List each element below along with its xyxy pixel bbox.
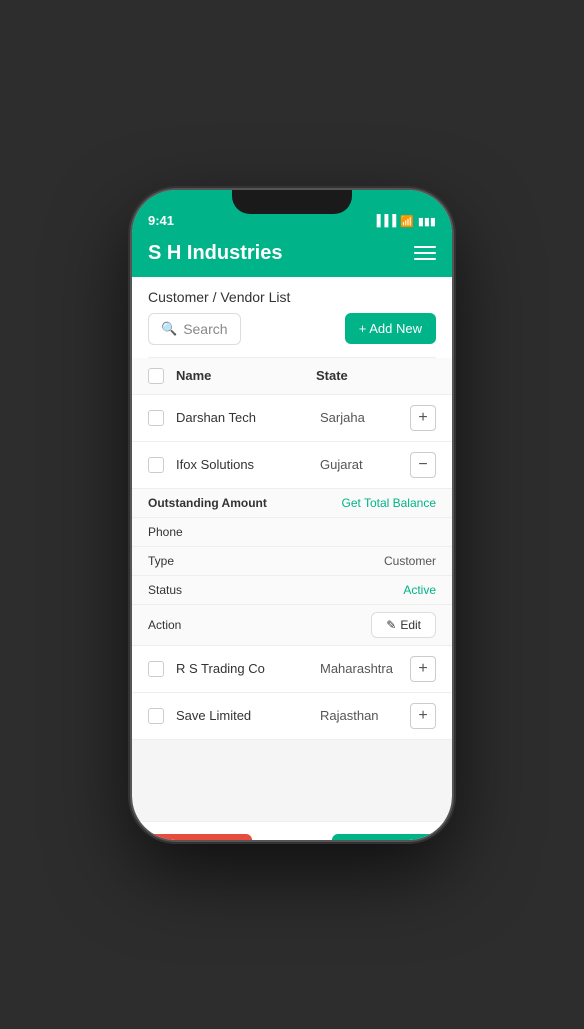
hamburger-line-2 bbox=[414, 252, 436, 254]
vendor-main-3[interactable]: R S Trading Co Maharashtra + bbox=[132, 646, 452, 692]
status-label: Status bbox=[148, 583, 182, 597]
signal-icon: ▐▐▐ bbox=[373, 215, 396, 227]
main-scroll[interactable]: Customer / Vendor List 🔍 Search + Add Ne… bbox=[132, 277, 452, 821]
vendor-state-4: Rajasthan bbox=[320, 708, 410, 723]
collapse-btn-2[interactable]: − bbox=[410, 452, 436, 478]
expand-btn-1[interactable]: + bbox=[410, 405, 436, 431]
get-total-balance-btn[interactable]: Get Total Balance bbox=[341, 496, 436, 510]
phone-frame: 9:41 ▐▐▐ 📶 ▮▮▮ S H Industries Customer /… bbox=[132, 190, 452, 840]
add-new-bottom-button[interactable]: + Add New bbox=[332, 834, 436, 840]
detail-phone: Phone bbox=[132, 518, 452, 547]
phone-label: Phone bbox=[148, 525, 183, 539]
search-add-row: 🔍 Search + Add New bbox=[132, 313, 452, 357]
vendor-main-4[interactable]: Save Limited Rajasthan + bbox=[132, 693, 452, 739]
phone-screen: 9:41 ▐▐▐ 📶 ▮▮▮ S H Industries Customer /… bbox=[132, 190, 452, 840]
vendor-row-3: R S Trading Co Maharashtra + bbox=[132, 646, 452, 693]
action-label: Action bbox=[148, 618, 181, 632]
hamburger-line-1 bbox=[414, 246, 436, 248]
detail-type: Type Customer bbox=[132, 547, 452, 576]
screen-content: Customer / Vendor List 🔍 Search + Add Ne… bbox=[132, 277, 452, 840]
edit-icon: ✎ bbox=[386, 618, 396, 632]
status-time: 9:41 bbox=[148, 213, 174, 228]
search-text: Search bbox=[183, 321, 227, 337]
row-checkbox-2[interactable] bbox=[148, 457, 164, 473]
checkbox-col-4 bbox=[148, 708, 176, 724]
vendor-name-3: R S Trading Co bbox=[176, 661, 320, 676]
add-new-button[interactable]: + Add New bbox=[345, 313, 436, 344]
detail-outstanding: Outstanding Amount Get Total Balance bbox=[132, 489, 452, 518]
select-all-checkbox[interactable] bbox=[148, 368, 164, 384]
notch bbox=[232, 190, 352, 214]
row-checkbox-3[interactable] bbox=[148, 661, 164, 677]
status-icons: ▐▐▐ 📶 ▮▮▮ bbox=[373, 215, 436, 228]
checkbox-col-1 bbox=[148, 410, 176, 426]
header-state: State bbox=[316, 368, 406, 383]
row-checkbox-1[interactable] bbox=[148, 410, 164, 426]
app-header: S H Industries bbox=[132, 234, 452, 277]
vendor-row-2: Ifox Solutions Gujarat − Outstanding Amo… bbox=[132, 442, 452, 646]
battery-icon: ▮▮▮ bbox=[418, 215, 436, 228]
delete-button[interactable]: 🗑 Delete bbox=[148, 834, 252, 840]
type-label: Type bbox=[148, 554, 174, 568]
vendor-details-2: Outstanding Amount Get Total Balance Pho… bbox=[132, 488, 452, 645]
vendor-main-1[interactable]: Darshan Tech Sarjaha + bbox=[132, 395, 452, 441]
status-value: Active bbox=[403, 583, 436, 597]
row-checkbox-4[interactable] bbox=[148, 708, 164, 724]
expand-btn-4[interactable]: + bbox=[410, 703, 436, 729]
vendor-name-4: Save Limited bbox=[176, 708, 320, 723]
vendor-state-2: Gujarat bbox=[320, 457, 410, 472]
table-header: Name State bbox=[132, 358, 452, 395]
detail-status: Status Active bbox=[132, 576, 452, 605]
edit-label: Edit bbox=[400, 618, 421, 632]
hamburger-menu-button[interactable] bbox=[414, 246, 436, 260]
vendor-main-2[interactable]: Ifox Solutions Gujarat − bbox=[132, 442, 452, 488]
vendor-name-2: Ifox Solutions bbox=[176, 457, 320, 472]
vendor-state-1: Sarjaha bbox=[320, 410, 410, 425]
vendor-row-4: Save Limited Rajasthan + bbox=[132, 693, 452, 740]
vendor-name-1: Darshan Tech bbox=[176, 410, 320, 425]
hamburger-line-3 bbox=[414, 258, 436, 260]
search-icon: 🔍 bbox=[161, 321, 177, 337]
app-title: S H Industries bbox=[148, 242, 282, 265]
expand-btn-3[interactable]: + bbox=[410, 656, 436, 682]
wifi-icon: 📶 bbox=[400, 215, 414, 228]
main-content: Customer / Vendor List 🔍 Search + Add Ne… bbox=[132, 277, 452, 740]
page-title: Customer / Vendor List bbox=[132, 277, 452, 313]
vendor-row-1: Darshan Tech Sarjaha + bbox=[132, 395, 452, 442]
checkbox-col-2 bbox=[148, 457, 176, 473]
type-value: Customer bbox=[384, 554, 436, 568]
header-name: Name bbox=[176, 368, 316, 383]
search-box[interactable]: 🔍 Search bbox=[148, 313, 241, 345]
vendor-state-3: Maharashtra bbox=[320, 661, 410, 676]
bottom-bar: 🗑 Delete + Add New bbox=[132, 821, 452, 840]
header-checkbox-col bbox=[148, 368, 176, 384]
outstanding-label: Outstanding Amount bbox=[148, 496, 267, 510]
detail-action: Action ✎ Edit bbox=[132, 605, 452, 645]
checkbox-col-3 bbox=[148, 661, 176, 677]
edit-button[interactable]: ✎ Edit bbox=[371, 612, 436, 638]
